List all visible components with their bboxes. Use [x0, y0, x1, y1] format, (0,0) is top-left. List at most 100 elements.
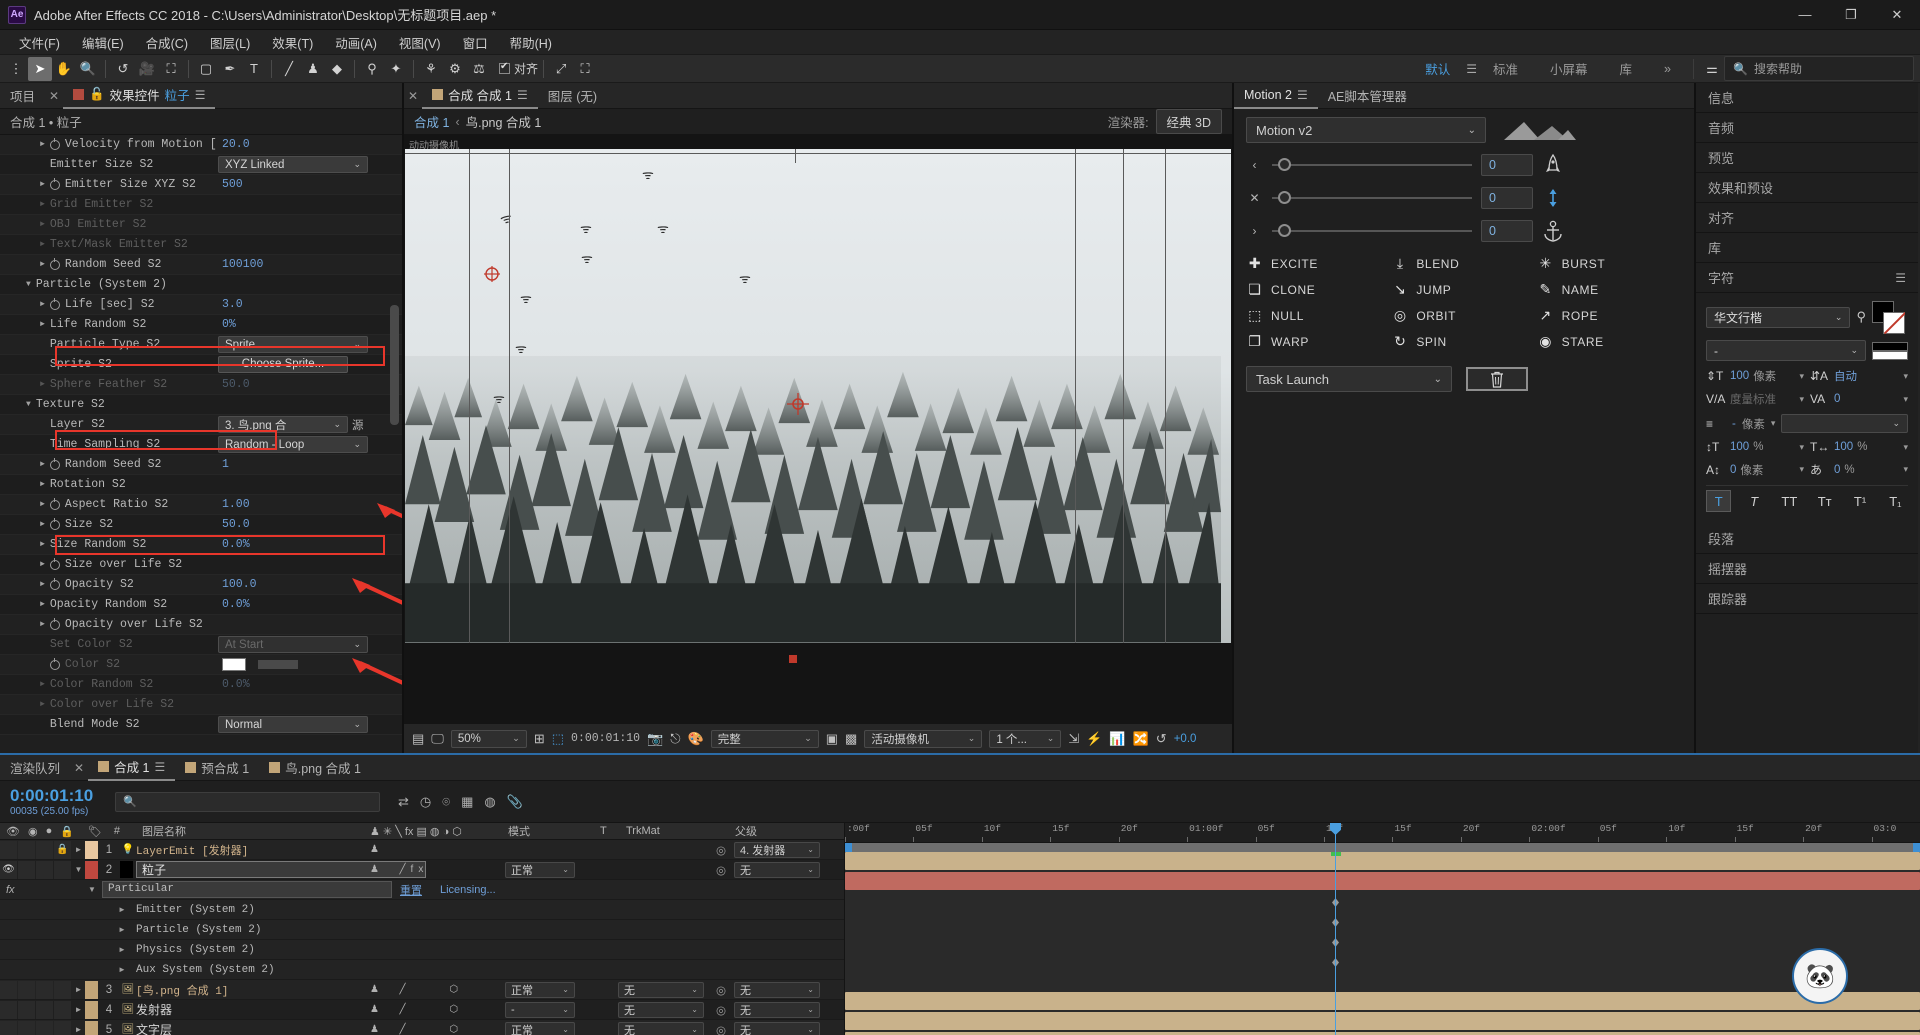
effect-param-row[interactable]: ▼Texture S2: [0, 395, 402, 415]
table-row[interactable]: ►3🖼[鸟.png 合成 1]♟ ╱ ⬡正常⌄无⌄◎无⌄: [0, 980, 844, 1000]
minimize-button[interactable]: —: [1782, 0, 1828, 30]
workspace-overflow[interactable]: »: [1648, 58, 1687, 80]
panel-preview[interactable]: 预览: [1696, 143, 1918, 173]
motion-button-null[interactable]: ⬚NULL: [1246, 307, 1391, 324]
effect-param-row[interactable]: ►Text/Mask Emitter S2: [0, 235, 402, 255]
selection-tool-icon[interactable]: ➤: [28, 57, 52, 81]
motion-button-orbit[interactable]: ◎ORBIT: [1391, 307, 1536, 324]
effect-param-row[interactable]: ►Opacity S2100.0: [0, 575, 402, 595]
expand-triangle-icon[interactable]: ►: [40, 480, 45, 489]
tab-project[interactable]: 项目: [0, 83, 45, 109]
motion-slider-3-value[interactable]: 0: [1481, 220, 1533, 242]
layer-audio-toggle[interactable]: [18, 1001, 35, 1019]
channel-icon[interactable]: 🎨: [688, 731, 704, 747]
effect-group-row[interactable]: ► Emitter (System 2): [0, 900, 844, 920]
expand-triangle-icon[interactable]: ►: [40, 540, 45, 549]
layer-duration-bars[interactable]: 🐼: [845, 852, 1920, 1035]
effect-group-row[interactable]: ►Aux System (System 2): [0, 960, 844, 980]
layer-parent-select[interactable]: 无⌄: [734, 1022, 820, 1035]
effect-param-row[interactable]: ►Emitter Size XYZ S2500: [0, 175, 402, 195]
effect-param-row[interactable]: ►Color Random S20.0%: [0, 675, 402, 695]
effect-param-row[interactable]: ►Grid Emitter S2: [0, 195, 402, 215]
camera-select[interactable]: 活动摄像机⌄: [864, 730, 982, 748]
effect-param-dropdown[interactable]: Normal⌄: [218, 716, 368, 733]
effect-group-triangle-icon[interactable]: ►: [118, 905, 126, 914]
zoom-tool-icon[interactable]: 🔍: [76, 57, 100, 81]
font-family-select[interactable]: 华文行楷⌄: [1706, 307, 1850, 328]
tab-bird-comp1[interactable]: 鸟.png 合成 1: [259, 755, 371, 781]
layer-parent-select[interactable]: 无⌄: [734, 982, 820, 998]
layer-visibility-toggle[interactable]: [0, 981, 17, 999]
effect-param-row[interactable]: ►Sprite S2Choose Sprite...: [0, 355, 402, 375]
effect-group-label[interactable]: Particle (System 2): [136, 924, 261, 936]
workspace-small-screen[interactable]: 小屏幕: [1534, 55, 1604, 82]
snap-toggle[interactable]: 对齐: [499, 60, 538, 77]
comp-close-icon[interactable]: ✕: [404, 89, 422, 103]
panel-audio[interactable]: 音频: [1696, 113, 1918, 143]
effect-param-row[interactable]: ►Rotation S2: [0, 475, 402, 495]
effect-param-dropdown[interactable]: 3. 鸟.png 合⌄: [218, 416, 348, 433]
parent-pickwhip-icon[interactable]: ◎: [716, 843, 726, 857]
layer-bar-2[interactable]: [845, 872, 1920, 890]
effect-group-label[interactable]: Emitter (System 2): [136, 904, 255, 916]
menu-effect[interactable]: 效果(T): [261, 31, 324, 54]
layer-color-label[interactable]: [85, 861, 98, 879]
leading-field[interactable]: ⇵A 自动 ▾: [1810, 368, 1908, 384]
tsume-field[interactable]: あ 0 % ▾: [1810, 461, 1908, 478]
effect-group-row[interactable]: ►Physics (System 2): [0, 940, 844, 960]
timeline-panel-menu-icon[interactable]: ☰: [155, 760, 166, 774]
tab-render-queue[interactable]: 渲染队列: [0, 755, 70, 781]
motion-button-warp[interactable]: ❐WARP: [1246, 333, 1391, 350]
effect-header-row[interactable]: fx▼Particular重置Licensing...: [0, 880, 844, 900]
layer-parent-select[interactable]: 4. 发射器⌄: [734, 842, 820, 858]
delete-button[interactable]: [1466, 367, 1528, 391]
table-row[interactable]: ►4🖼发射器♟ ╱ ⬡-⌄无⌄◎无⌄: [0, 1000, 844, 1020]
stopwatch-icon[interactable]: [50, 520, 60, 530]
current-time-display[interactable]: 0:00:01:10 00035 (25.00 fps): [0, 786, 115, 817]
playhead[interactable]: [1335, 823, 1336, 1035]
slider-both-icon[interactable]: ✕: [1246, 191, 1263, 205]
comp-canvas[interactable]: ᯤ ᯤ ᯤ ᯤ ᯤ ᯤ ᯤ ᯤ ᯤ: [405, 149, 1231, 643]
menu-layer[interactable]: 图层(L): [199, 31, 261, 54]
layer-solo-toggle[interactable]: [36, 981, 53, 999]
effect-param-value[interactable]: 0%: [222, 318, 236, 331]
effect-param-row[interactable]: ►Time Sampling S2Random - Loop⌄: [0, 435, 402, 455]
clone-stamp-tool-icon[interactable]: ♟: [301, 57, 325, 81]
layer-trkmat-select[interactable]: 无⌄: [618, 982, 704, 998]
motion-button-jump[interactable]: ↘JUMP: [1391, 281, 1536, 298]
motion-slider-3[interactable]: [1272, 230, 1472, 232]
tracking-field[interactable]: VA 0 ▾: [1810, 392, 1908, 406]
roto-brush-tool-icon[interactable]: ⚲: [360, 57, 384, 81]
tab-layer[interactable]: 图层 (无): [538, 83, 607, 109]
motion-slider-2-value[interactable]: 0: [1481, 187, 1533, 209]
quality-select[interactable]: 完整⌄: [711, 730, 819, 748]
effect-group-row[interactable]: ►Particle (System 2): [0, 920, 844, 940]
effect-param-value[interactable]: 1: [222, 458, 229, 471]
layer-trkmat-select[interactable]: 无⌄: [618, 1002, 704, 1018]
motion-button-clone[interactable]: ❏CLONE: [1246, 281, 1391, 298]
stopwatch-icon[interactable]: [50, 140, 60, 150]
expand-triangle-icon[interactable]: ►: [40, 200, 45, 209]
parent-pickwhip-icon[interactable]: ◎: [716, 1003, 726, 1017]
menu-help[interactable]: 帮助(H): [499, 31, 563, 54]
workspace-menu-icon[interactable]: ☰: [1466, 62, 1477, 76]
current-time-value[interactable]: 0:00:01:10: [10, 786, 115, 806]
slider-prev-icon[interactable]: ‹: [1246, 158, 1263, 172]
effect-param-dropdown[interactable]: Random - Loop⌄: [218, 436, 368, 453]
effect-param-row[interactable]: ►Layer S23. 鸟.png 合⌄源: [0, 415, 402, 435]
panel-effects-presets[interactable]: 效果和预设: [1696, 173, 1918, 203]
effect-reset-button[interactable]: 重置: [400, 882, 422, 898]
effect-param-row[interactable]: ►Random Seed S2100100: [0, 255, 402, 275]
motion-blur-icon[interactable]: ◍: [484, 794, 495, 810]
panel-paragraph[interactable]: 段落: [1696, 524, 1918, 554]
zoom-level-select[interactable]: 50%⌄: [451, 730, 527, 748]
effect-name[interactable]: Particular: [102, 881, 392, 898]
effect-param-value[interactable]: 3.0: [222, 298, 243, 311]
workspace-library[interactable]: 库: [1604, 55, 1649, 82]
motion-slider-1[interactable]: [1272, 164, 1472, 166]
effect-param-dropdown[interactable]: XYZ Linked⌄: [218, 156, 368, 173]
fast-preview-icon[interactable]: ⚡: [1086, 731, 1102, 747]
effect-param-row[interactable]: ►Emitter Size S2XYZ Linked⌄: [0, 155, 402, 175]
region-of-interest-icon[interactable]: ⬚: [552, 731, 564, 747]
layer-bar-4[interactable]: [845, 1012, 1920, 1030]
